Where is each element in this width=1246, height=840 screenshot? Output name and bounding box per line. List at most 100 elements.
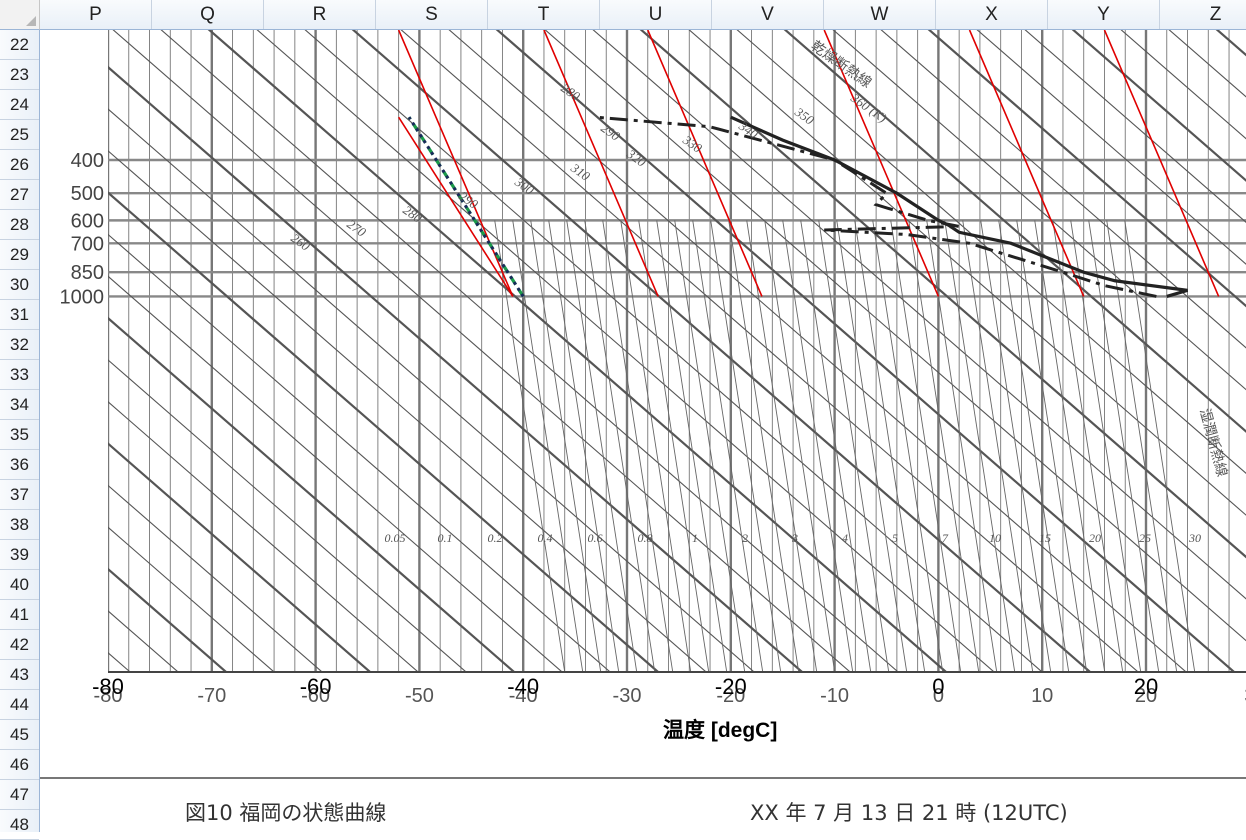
mixing-ratio-label: 30 (1188, 531, 1201, 545)
chart-inner-title: 乾燥断熱線 (808, 38, 875, 91)
dry-adiabat-label: 310 (567, 160, 593, 184)
row-header-27[interactable]: 27 (0, 180, 39, 210)
y-tick-label: 600 (71, 210, 104, 232)
y-tick-label: 1000 (60, 286, 105, 308)
dry-adiabat-line (1208, 30, 1246, 712)
column-header-X[interactable]: X (936, 0, 1048, 29)
row-header-32[interactable]: 32 (0, 330, 39, 360)
row-header-41[interactable]: 41 (0, 600, 39, 630)
row-header-36[interactable]: 36 (0, 450, 39, 480)
overlay-x-tick-label: 20 (1134, 674, 1158, 699)
y-tick-label: 700 (71, 233, 104, 255)
mixing-ratio-line (872, 220, 944, 672)
red-reference-line (1103, 30, 1220, 297)
row-header-24[interactable]: 24 (0, 90, 39, 120)
column-header-Y[interactable]: Y (1048, 0, 1160, 29)
mixing-ratio-line (602, 220, 674, 672)
row-header-31[interactable]: 31 (0, 300, 39, 330)
row-header-40[interactable]: 40 (0, 570, 39, 600)
row-header-28[interactable]: 28 (0, 210, 39, 240)
dry-adiabat-line (108, 484, 323, 672)
column-header-Q[interactable]: Q (152, 0, 264, 29)
overlay-x-tick-label: -60 (300, 674, 332, 699)
mixing-ratio-label: 0.05 (385, 531, 406, 545)
x-tick-label: -10 (820, 685, 849, 707)
select-all-icon (26, 16, 36, 26)
row-header-33[interactable]: 33 (0, 360, 39, 390)
row-header-37[interactable]: 37 (0, 480, 39, 510)
mixing-ratio-line (908, 220, 980, 672)
row-header-30[interactable]: 30 (0, 270, 39, 300)
row-header-34[interactable]: 34 (0, 390, 39, 420)
row-header-44[interactable]: 44 (0, 690, 39, 720)
x-tick-label: 10 (1031, 685, 1053, 707)
y-tick-label: 400 (71, 150, 104, 172)
row-header-42[interactable]: 42 (0, 630, 39, 660)
dry-adiabat-line (1215, 30, 1246, 57)
mixing-ratio-line (746, 220, 818, 672)
mixing-ratio-label: 1 (692, 531, 698, 545)
mixing-ratio-label: 0.8 (638, 531, 653, 545)
mixing-ratio-line (548, 220, 620, 672)
figure-caption: 図10 福岡の状態曲線 (185, 801, 386, 825)
x-tick-label: -50 (405, 685, 434, 707)
row-header-25[interactable]: 25 (0, 120, 39, 150)
row-header-35[interactable]: 35 (0, 420, 39, 450)
mixing-ratio-label: 0.4 (538, 531, 553, 545)
row-header-45[interactable]: 45 (0, 720, 39, 750)
mixing-ratio-label: 7 (942, 531, 949, 545)
mixing-ratio-label: 15 (1039, 531, 1051, 545)
row-header-47[interactable]: 47 (0, 780, 39, 810)
column-header-R[interactable]: R (264, 0, 376, 29)
x-tick-label: -70 (197, 685, 226, 707)
mixing-ratio-line (584, 220, 656, 672)
row-header-23[interactable]: 23 (0, 60, 39, 90)
row-headers: 22 23 24 25 26 27 28 29 30 31 32 33 34 35 36 37 38 39 40 41… (0, 30, 40, 840)
dry-adiabat-line (1168, 30, 1246, 98)
column-header-S[interactable]: S (376, 0, 488, 29)
mixing-ratio-line (764, 220, 836, 672)
mixing-ratio-line (728, 220, 800, 672)
x-tick-label: -30 (613, 685, 642, 707)
mixing-ratio-line (890, 220, 962, 672)
overlay-x-tick-label: -20 (715, 674, 747, 699)
dry-adiabat-line (1120, 30, 1246, 140)
mixing-ratio-line (692, 220, 764, 672)
column-header-Z[interactable]: Z (1160, 0, 1246, 29)
row-header-22[interactable]: 22 (0, 30, 39, 60)
column-header-V[interactable]: V (712, 0, 824, 29)
dry-adiabat-line (108, 442, 372, 672)
dry-adiabat-label: 290 (456, 188, 481, 212)
chart-inner-title: 湿潤断熱線 (1196, 407, 1230, 479)
overlay-x-tick-label: 0 (932, 674, 944, 699)
dry-adiabat-label: 260 (288, 230, 313, 254)
y-tick-label: 500 (71, 183, 104, 205)
row-header-38[interactable]: 38 (0, 510, 39, 540)
row-header-26[interactable]: 26 (0, 150, 39, 180)
row-header-43[interactable]: 43 (0, 660, 39, 690)
column-header-T[interactable]: T (488, 0, 600, 29)
mixing-ratio-line (1034, 220, 1106, 672)
mixing-ratio-label: 0.6 (588, 531, 603, 545)
column-header-P[interactable]: P (40, 0, 152, 29)
moist-adiabat-label: 290 (598, 120, 623, 144)
mixing-ratio-label: 3 (791, 531, 798, 545)
mixing-ratio-label: 5 (892, 531, 898, 545)
mixing-ratio-label: 25 (1139, 531, 1151, 545)
y-tick-label: 850 (71, 262, 104, 284)
column-header-W[interactable]: W (824, 0, 936, 29)
row-header-29[interactable]: 29 (0, 240, 39, 270)
row-header-46[interactable]: 46 (0, 750, 39, 780)
row-header-39[interactable]: 39 (0, 540, 39, 570)
dry-adiabat-line (108, 610, 179, 672)
column-header-U[interactable]: U (600, 0, 712, 29)
dry-adiabat-label: 360 (K) (847, 90, 889, 126)
mixing-ratio-label: 4 (842, 531, 848, 545)
row-header-48[interactable]: 48 (0, 810, 39, 840)
mixing-ratio-line (980, 220, 1052, 672)
red-reference-line (647, 30, 763, 297)
dry-adiabat-line (108, 567, 228, 672)
select-all-corner[interactable] (0, 0, 40, 30)
x-axis-title: 温度 [degC] (663, 719, 778, 742)
mixing-ratio-line (620, 220, 692, 672)
